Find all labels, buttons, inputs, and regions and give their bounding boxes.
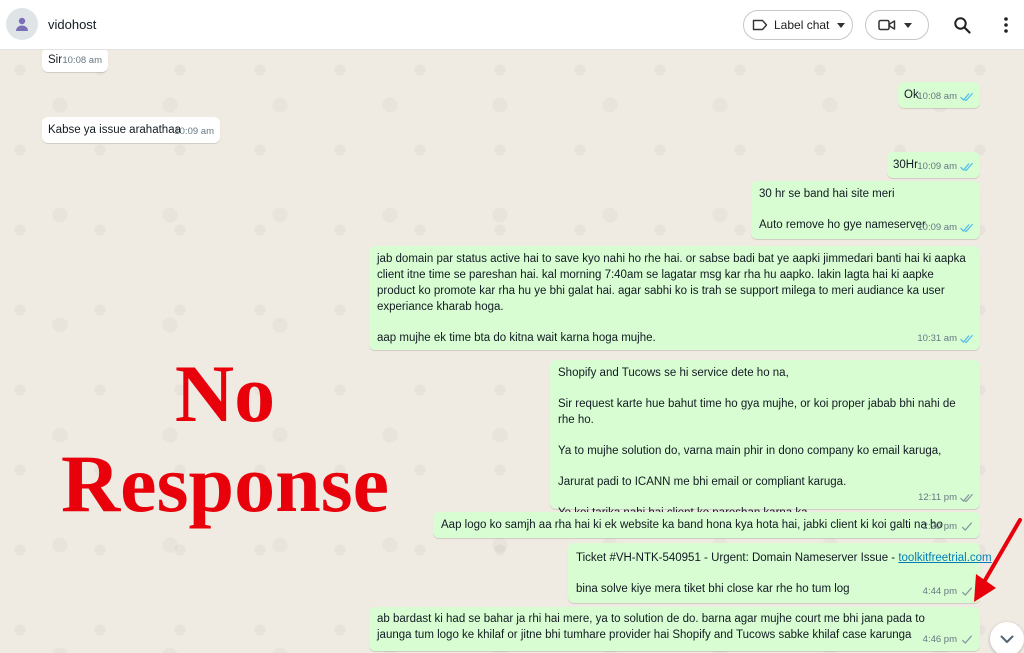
message-bubble[interactable]: Shopify and Tucows se hi service dete ho… [550,360,980,519]
contact-name[interactable]: vidohost [48,17,96,32]
message-meta: 10:08 am [62,53,102,69]
message-time: 10:09 am [174,126,214,137]
avatar[interactable] [6,8,38,40]
double-check-icon [960,92,973,102]
message-line: bina solve kiye mera tiket bhi close kar… [576,583,850,595]
label-chat-button[interactable]: Label chat [743,10,853,40]
ticket-text: Ticket #VH-NTK-540951 - Urgent: Domain N… [576,552,899,564]
message-time: 4:44 pm [922,586,957,597]
message-line: aap mujhe ek time bta do kitna wait karn… [377,332,656,344]
menu-button[interactable] [995,14,1017,36]
message-meta: 12:11 pm [918,490,974,506]
chat-area[interactable]: Sir 10:08 am Ok 10:08 am Kabse ya issue … [0,50,1024,653]
double-check-icon [960,334,973,344]
message-meta: 10:09 am [174,124,214,140]
message-bubble[interactable]: ab bardast ki had se bahar ja rhi hai me… [369,607,980,651]
overlay-text-response: Response [60,438,390,529]
message-time: 10:08 am [917,91,957,102]
message-time: 10:09 am [917,161,957,172]
double-check-icon [960,493,973,503]
message-time: 4:46 pm [922,634,957,645]
message-line: Ya to mujhe solution do, varna main phir… [558,445,942,457]
message-meta: 2:20 pm [923,519,974,535]
search-icon [954,17,971,34]
message-time: 10:09 am [917,222,957,233]
overlay-text-no: No [174,348,276,439]
message-bubble[interactable]: Aap logo ko samjh aa rha hai ki ek websi… [433,512,980,538]
tag-icon [752,19,768,31]
red-arrow-icon [974,518,1022,602]
message-time: 2:20 pm [922,521,957,532]
message-meta: 10:08 am [917,89,974,105]
label-chat-text: Label chat [774,18,830,32]
message-bubble[interactable]: Ok 10:08 am [898,82,980,108]
more-vertical-icon [1004,17,1008,33]
message-line: 30 hr se band hai site meri [759,188,895,200]
message-bubble[interactable]: 30 hr se band hai site meri Auto remove … [751,181,980,239]
message-line: jab domain par status active hai to save… [377,253,966,313]
message-text: Sir [48,54,63,66]
message-bubble[interactable]: jab domain par status active hai to save… [369,246,980,350]
message-bubble[interactable]: Kabse ya issue arahathaa 10:09 am [42,117,220,143]
scroll-down-button[interactable] [990,622,1024,653]
double-check-icon [960,162,973,172]
double-check-icon [960,223,973,233]
message-time: 10:08 am [62,55,102,66]
message-text: Aap logo ko samjh aa rha hai ki ek websi… [441,519,943,531]
chevron-down-icon [904,22,912,28]
message-time: 10:31 am [917,333,957,344]
message-bubble[interactable]: Sir 10:08 am [42,50,108,72]
chevron-down-icon [837,22,846,28]
message-text: ab bardast ki had se bahar ja rhi hai me… [377,613,925,641]
video-camera-icon [878,19,896,31]
message-time: 12:11 pm [918,492,957,503]
person-icon [16,17,28,31]
message-meta: 10:09 am [917,159,974,175]
check-icon [962,635,972,644]
message-meta: 10:09 am [917,220,974,236]
message-bubble[interactable]: 30Hr 10:09 am [887,152,980,178]
message-meta: 4:44 pm [923,584,974,600]
message-line: Sir request karte hue bahut time ho gya … [558,398,956,426]
search-button[interactable] [951,14,973,36]
message-bubble[interactable]: Ticket #VH-NTK-540951 - Urgent: Domain N… [568,543,992,603]
chevron-down-icon [1000,635,1014,643]
video-call-button[interactable] [865,10,929,40]
message-meta: 4:46 pm [923,632,974,648]
message-text: Kabse ya issue arahathaa [48,124,181,136]
message-line: Shopify and Tucows se hi service dete ho… [558,367,789,379]
message-text: 30Hr [893,159,918,171]
message-meta: 10:31 am [917,331,974,347]
chat-header: vidohost Label chat [0,0,1024,50]
message-line: Jarurat padi to ICANN me bhi email or co… [558,476,847,488]
